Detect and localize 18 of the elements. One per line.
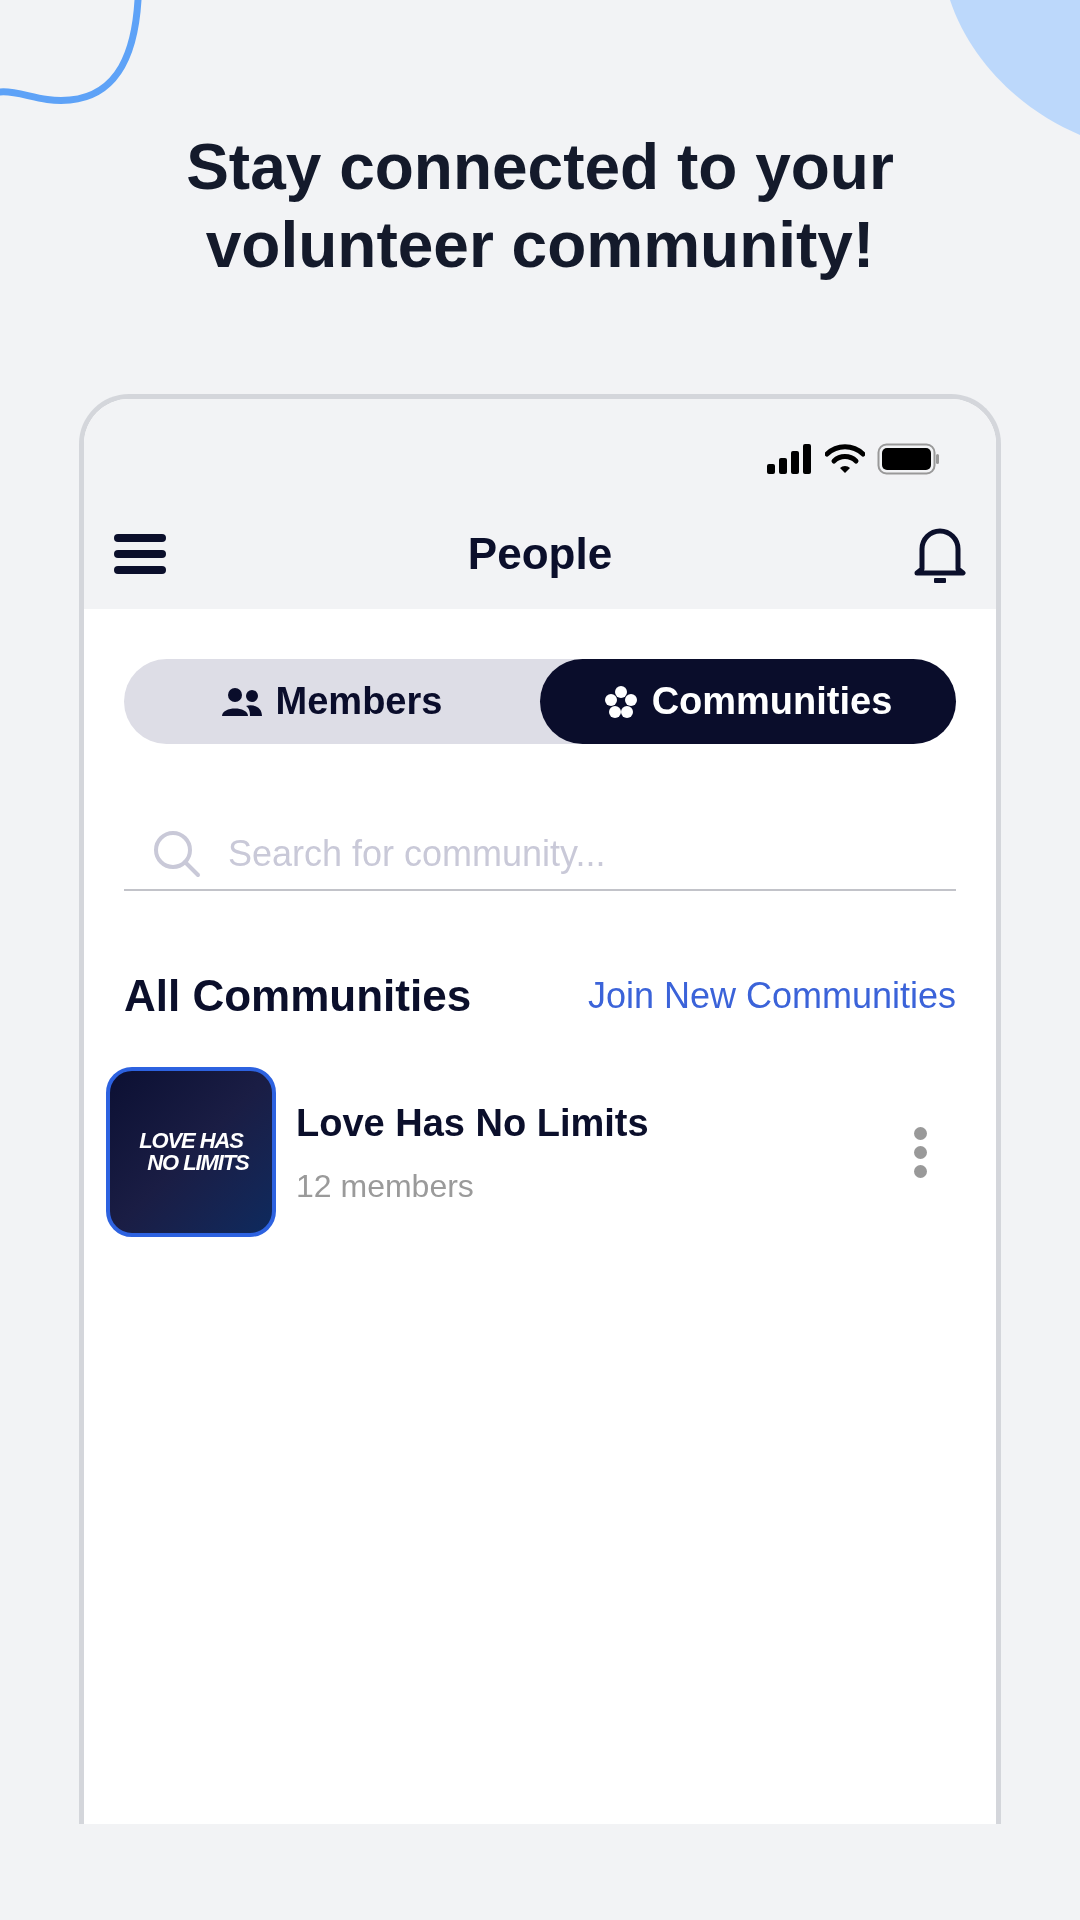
flower-icon <box>603 684 638 719</box>
join-communities-link[interactable]: Join New Communities <box>587 969 956 1023</box>
wifi-icon <box>825 444 865 474</box>
logo-text: LOVE HAS <box>139 1130 243 1152</box>
member-count: 12 members <box>296 1166 475 1206</box>
people-icon <box>221 687 262 716</box>
headline: Stay connected to your volunteer community! <box>185 130 895 283</box>
section-title: All Communities <box>124 970 472 1022</box>
screen-title: People <box>467 528 613 580</box>
search-icon <box>152 829 202 879</box>
tab[interactable]: Members <box>124 659 540 744</box>
signal-icon <box>767 444 813 474</box>
logo-text: NO LIMITS <box>147 1152 249 1174</box>
community-name[interactable]: Love Has No Limits <box>296 1094 914 1152</box>
battery-icon <box>877 443 941 475</box>
more-options-icon[interactable] <box>914 1126 928 1178</box>
menu-icon[interactable] <box>114 532 166 576</box>
tab[interactable]: Communities <box>540 659 956 744</box>
